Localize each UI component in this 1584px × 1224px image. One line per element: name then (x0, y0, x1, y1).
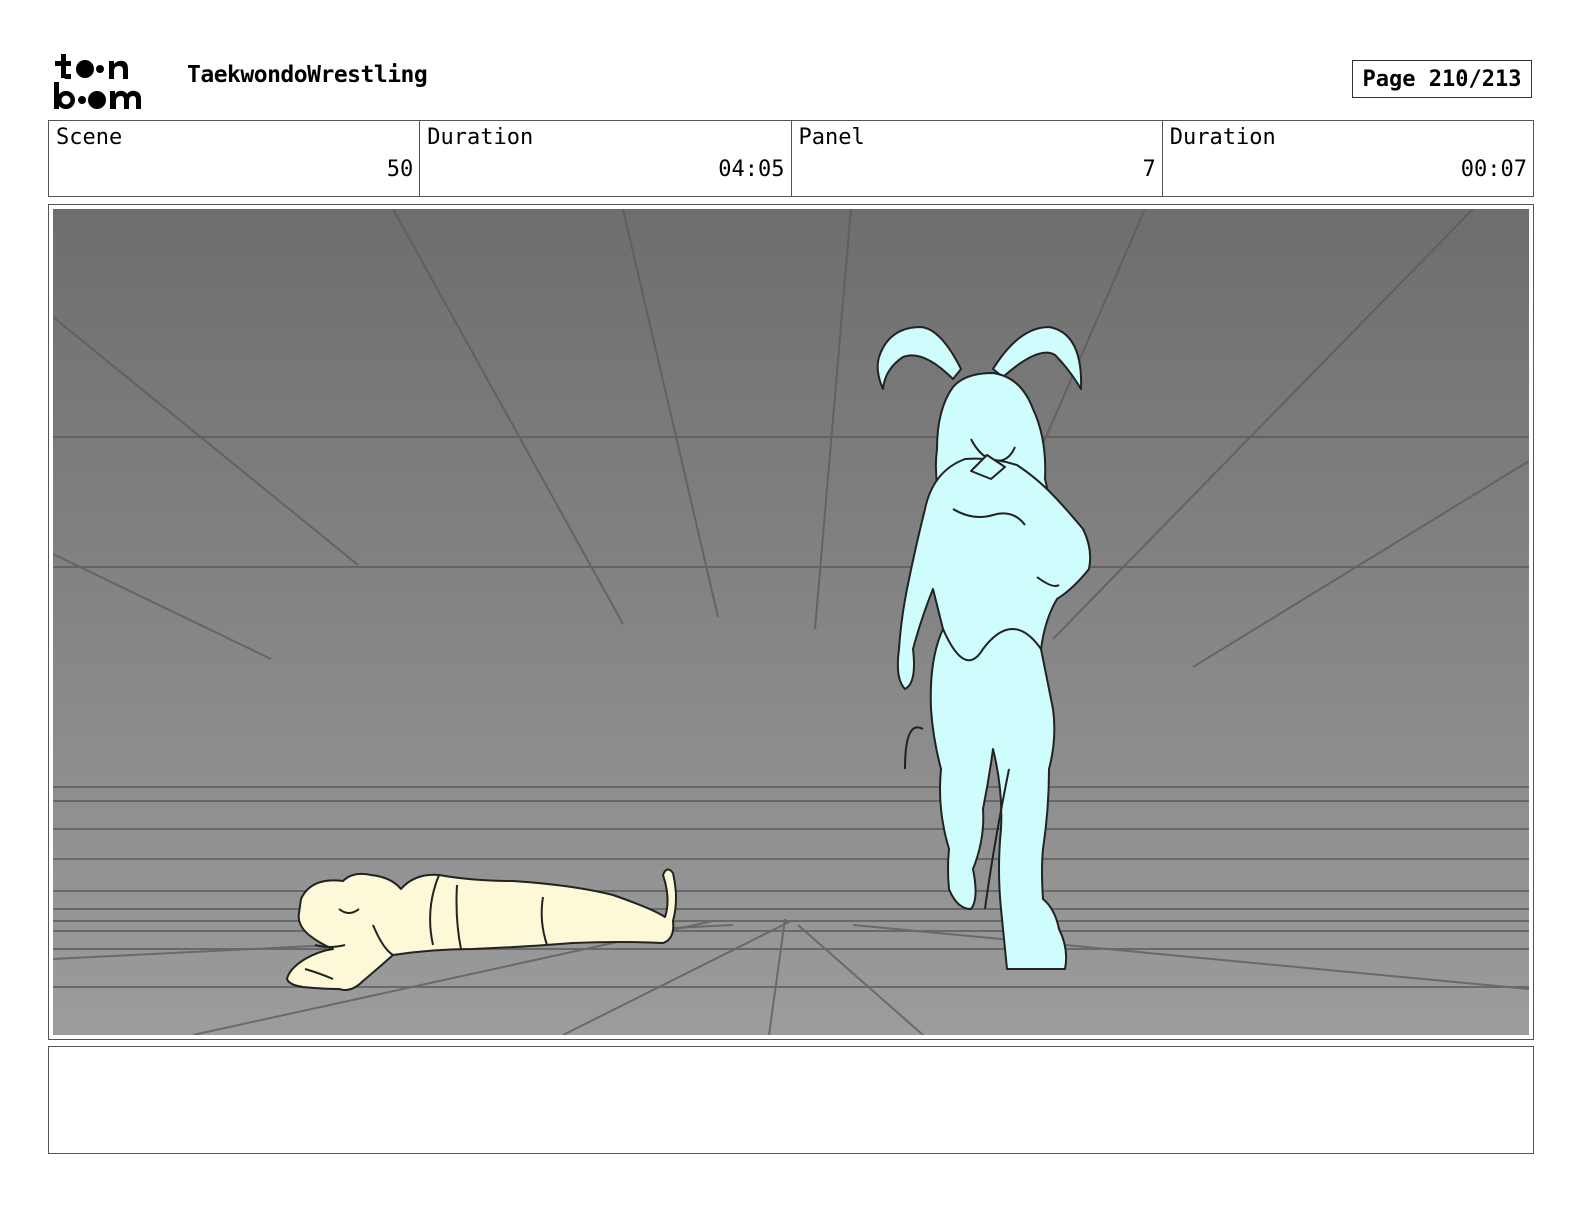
page-number: Page 210/213 (1352, 60, 1532, 98)
scene-duration-value: 04:05 (718, 157, 785, 182)
toonboom-logo (52, 52, 164, 112)
panel-label: Panel (798, 125, 865, 150)
scene-label: Scene (56, 125, 123, 150)
scene-cell: Scene 50 (49, 121, 421, 196)
panel-artwork (53, 209, 1529, 1035)
scene-info-table: Scene 50 Duration 04:05 Panel 7 Duration… (48, 120, 1534, 197)
panel-duration-value: 00:07 (1460, 157, 1527, 182)
panel-cell: Panel 7 (792, 121, 1163, 196)
storyboard-panel (48, 204, 1534, 1040)
panel-value: 7 (1142, 157, 1156, 182)
panel-duration-cell: Duration 00:07 (1163, 121, 1533, 196)
scene-value: 50 (386, 157, 414, 182)
page-number-label: Page 210/213 (1362, 66, 1522, 92)
panel-duration-label: Duration (1169, 125, 1276, 150)
project-title: TaekwondoWrestling (187, 62, 428, 88)
panel-background (53, 209, 1529, 1035)
panel-notes (48, 1046, 1534, 1154)
scene-duration-label: Duration (427, 125, 534, 150)
panel-drawing (53, 209, 1529, 1035)
scene-duration-cell: Duration 04:05 (420, 121, 792, 196)
toonboom-logo-mark (54, 54, 141, 109)
